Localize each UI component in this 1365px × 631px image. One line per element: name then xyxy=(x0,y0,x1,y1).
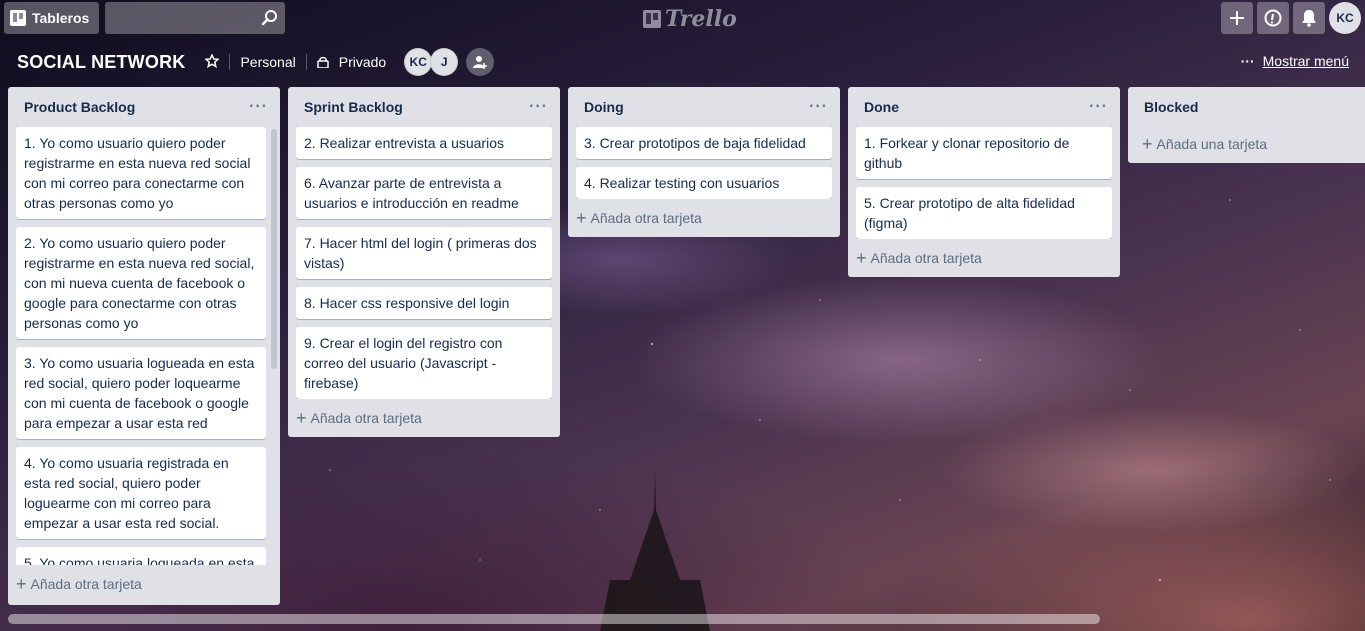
boards-icon xyxy=(10,10,26,26)
church-silhouette xyxy=(600,470,710,631)
card[interactable]: 1. Yo como usuario quiero poder registra… xyxy=(16,127,266,219)
card[interactable]: 4. Realizar testing con usuarios xyxy=(576,167,832,199)
card[interactable]: 9. Crear el login del registro con corre… xyxy=(296,327,552,399)
member-avatar[interactable]: KC xyxy=(404,48,433,76)
invite-button[interactable] xyxy=(466,48,495,76)
member-avatar[interactable]: J xyxy=(430,48,459,76)
info-icon xyxy=(1264,9,1282,27)
plus-icon: + xyxy=(16,573,27,594)
board-title[interactable]: SOCIAL NETWORK xyxy=(17,52,185,73)
list-header[interactable]: Done ··· xyxy=(848,87,1120,127)
visibility-button[interactable]: Privado xyxy=(316,54,387,70)
list-blocked: Blocked + Añada una tarjeta xyxy=(1128,87,1365,163)
card-container: 1. Forkear y clonar repositorio de githu… xyxy=(848,127,1120,239)
card[interactable]: 7. Hacer html del login ( primeras dos v… xyxy=(296,227,552,279)
divider xyxy=(305,54,307,70)
add-card-button[interactable]: + Añada otra tarjeta xyxy=(848,239,1120,277)
plus-icon: + xyxy=(1142,133,1153,154)
show-menu-label: Mostrar menú xyxy=(1262,53,1349,69)
plus-icon: + xyxy=(296,407,307,428)
list-menu-icon[interactable]: ··· xyxy=(809,98,828,116)
card[interactable]: 6. Avanzar parte de entrevista a usuario… xyxy=(296,167,552,219)
list-doing: Doing ··· 3. Crear prototipos de baja fi… xyxy=(568,87,840,237)
card[interactable]: 3. Crear prototipos de baja fidelidad xyxy=(576,127,832,159)
board-members: KC J xyxy=(404,48,495,76)
plus-icon: + xyxy=(576,207,587,228)
card[interactable]: 8. Hacer css responsive del login xyxy=(296,287,552,319)
list-menu-icon[interactable]: ··· xyxy=(1089,98,1108,116)
list-title[interactable]: Doing xyxy=(584,99,624,115)
add-card-button[interactable]: + Añada una tarjeta xyxy=(1128,125,1365,163)
create-button[interactable] xyxy=(1221,2,1253,34)
list-product-backlog: Product Backlog ··· 1. Yo como usuario q… xyxy=(8,87,280,605)
team-button[interactable]: Personal xyxy=(240,54,295,70)
list-menu-icon[interactable]: ··· xyxy=(249,98,268,116)
list-header[interactable]: Product Backlog ··· xyxy=(8,87,280,127)
list-header[interactable]: Doing ··· xyxy=(568,87,840,127)
add-card-label: Añada otra tarjeta xyxy=(30,576,142,592)
show-menu[interactable]: ··· Mostrar menú xyxy=(1241,53,1349,69)
card-container: 1. Yo como usuario quiero poder registra… xyxy=(8,127,280,565)
list-scrollbar[interactable] xyxy=(271,129,277,369)
add-card-label: Añada otra tarjeta xyxy=(590,210,702,226)
list-title[interactable]: Done xyxy=(864,99,899,115)
boards-button[interactable]: Tableros xyxy=(4,2,99,34)
plus-icon xyxy=(1230,11,1244,25)
board-horizontal-scrollbar[interactable] xyxy=(8,614,1100,624)
trello-logo[interactable]: Trello xyxy=(643,6,737,32)
list-header[interactable]: Sprint Backlog ··· xyxy=(288,87,560,127)
list-done: Done ··· 1. Forkear y clonar repositorio… xyxy=(848,87,1120,277)
more-icon: ··· xyxy=(1240,53,1255,69)
notifications-button[interactable] xyxy=(1293,2,1325,34)
add-card-label: Añada otra tarjeta xyxy=(870,250,982,266)
add-card-label: Añada una tarjeta xyxy=(1156,136,1268,152)
trello-logo-icon xyxy=(643,10,661,28)
list-header[interactable]: Blocked xyxy=(1128,87,1365,127)
logo-text: Trello xyxy=(665,6,737,32)
add-card-label: Añada otra tarjeta xyxy=(310,410,422,426)
header-actions: KC xyxy=(1221,2,1361,34)
plus-icon: + xyxy=(856,247,867,268)
divider xyxy=(229,54,231,70)
user-avatar[interactable]: KC xyxy=(1329,2,1361,34)
add-member-icon xyxy=(473,56,488,69)
board-header: SOCIAL NETWORK Personal Privado KC J ···… xyxy=(0,44,1365,80)
visibility-label: Privado xyxy=(338,54,387,70)
add-card-button[interactable]: + Añada otra tarjeta xyxy=(288,399,560,437)
add-card-button[interactable]: + Añada otra tarjeta xyxy=(8,565,280,603)
add-card-button[interactable]: + Añada otra tarjeta xyxy=(568,199,840,237)
list-title[interactable]: Product Backlog xyxy=(24,99,135,115)
card[interactable]: 1. Forkear y clonar repositorio de githu… xyxy=(856,127,1112,179)
top-header: Tableros Trello KC xyxy=(0,0,1365,36)
list-title[interactable]: Sprint Backlog xyxy=(304,99,403,115)
bell-icon xyxy=(1302,10,1316,27)
search-field[interactable] xyxy=(105,2,285,34)
card[interactable]: 3. Yo como usuaria logueada en esta red … xyxy=(16,347,266,439)
card-container: 3. Crear prototipos de baja fidelidad 4.… xyxy=(568,127,840,199)
card[interactable]: 5. Crear prototipo de alta fidelidad (fi… xyxy=(856,187,1112,239)
list-sprint-backlog: Sprint Backlog ··· 2. Realizar entrevist… xyxy=(288,87,560,437)
search-icon[interactable] xyxy=(261,9,279,27)
card[interactable]: 2. Realizar entrevista a usuarios xyxy=(296,127,552,159)
card-container: 2. Realizar entrevista a usuarios 6. Ava… xyxy=(288,127,560,399)
boards-label: Tableros xyxy=(32,10,90,26)
card[interactable]: 4. Yo como usuaria registrada en esta re… xyxy=(16,447,266,539)
card[interactable]: 5. Yo como usuaria logueada en esta xyxy=(16,547,266,565)
list-menu-icon[interactable]: ··· xyxy=(529,98,548,116)
card[interactable]: 2. Yo como usuario quiero poder registra… xyxy=(16,227,266,339)
star-icon[interactable] xyxy=(204,52,221,71)
search-input[interactable] xyxy=(105,2,285,34)
lock-icon xyxy=(316,56,329,68)
info-button[interactable] xyxy=(1257,2,1289,34)
list-title[interactable]: Blocked xyxy=(1144,99,1198,115)
